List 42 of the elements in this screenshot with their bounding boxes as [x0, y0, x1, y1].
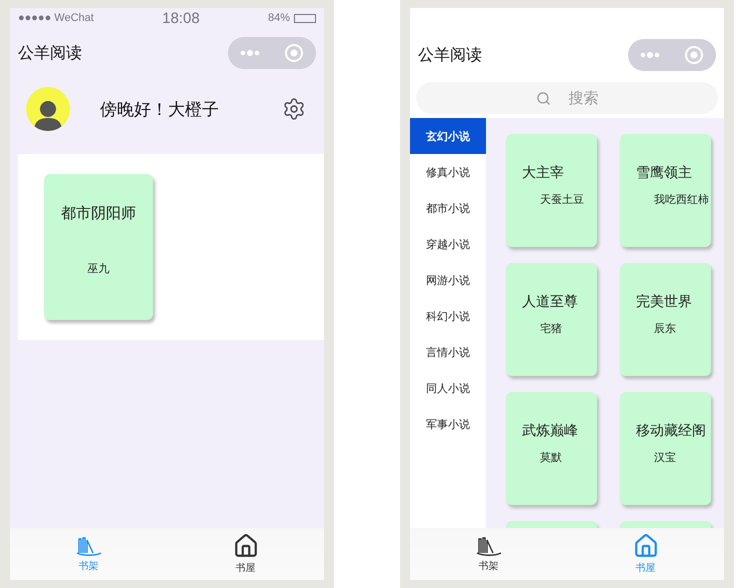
book-card[interactable]: 雪鹰领主 我吃西红柿 [620, 134, 711, 247]
book-title: 雪鹰领主 [636, 164, 693, 182]
book-author: 辰东 [653, 322, 677, 336]
battery-icon [294, 14, 316, 22]
book-author: 巫九 [88, 262, 110, 276]
book-author: 汉宝 [653, 450, 677, 465]
tab-item[interactable]: 书架 [410, 528, 567, 580]
category-item[interactable]: 玄幻小说 [410, 118, 486, 154]
book-title: 大主宰 [522, 164, 565, 182]
more-icon[interactable] [640, 51, 660, 59]
home-icon [232, 533, 258, 559]
book-card[interactable]: 人道至尊 宅猪 [506, 263, 597, 376]
book-card[interactable]: 都市阴阳师 巫九 [44, 174, 153, 320]
greeting-text: 傍晚好！大橙子 [100, 98, 220, 120]
book-author: 天蚕土豆 [539, 193, 585, 207]
book-author: 我吃西红柿 [653, 193, 710, 207]
book-title: 都市阴阳师 [61, 204, 136, 223]
avatar[interactable] [26, 87, 70, 131]
capsule-menu[interactable] [228, 37, 316, 69]
book-author: 宅猪 [539, 322, 563, 336]
book-card[interactable]: 武炼巅峰 莫默 [506, 392, 597, 505]
app-title: 公羊阅读 [418, 46, 482, 66]
carrier-text: ●●●●● WeChat [18, 12, 94, 24]
book-title: 武炼巅峰 [522, 422, 579, 440]
home-icon [632, 533, 658, 559]
battery-text: 84% [268, 12, 290, 24]
app-title: 公羊阅读 [18, 44, 82, 64]
book-card[interactable]: 大主宰 天蚕土豆 [506, 134, 597, 247]
book-card[interactable]: 移动藏经阁 汉宝 [620, 392, 711, 505]
capsule-menu[interactable] [628, 39, 716, 71]
book-card[interactable]: 完美世界 辰东 [620, 263, 711, 376]
books-icon [74, 535, 102, 557]
tab-item[interactable]: 书屋 [167, 528, 324, 580]
search-icon [536, 90, 550, 106]
book-title: 移动藏经阁 [636, 422, 707, 440]
book-author: 莫默 [539, 450, 563, 465]
clock-text: 18:08 [162, 10, 200, 26]
book-title: 完美世界 [636, 293, 693, 311]
book-title: 人道至尊 [522, 293, 579, 311]
settings-icon[interactable] [282, 97, 306, 121]
books-icon [474, 535, 502, 557]
more-icon[interactable] [240, 49, 260, 57]
